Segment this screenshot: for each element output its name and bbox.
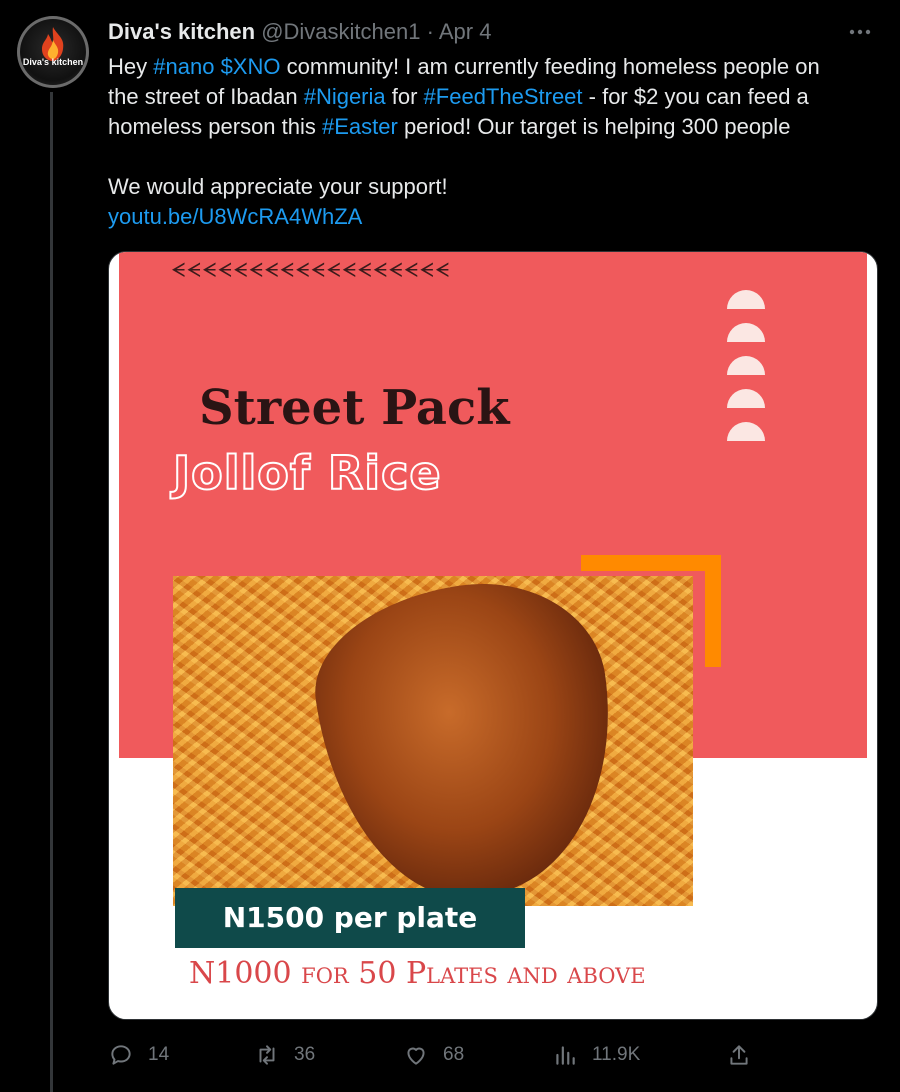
url-link[interactable]: youtu.be/U8WcRA4WhZA	[108, 204, 362, 229]
share-icon	[730, 1045, 748, 1065]
reply-count: 14	[148, 1044, 170, 1065]
price-text: N1500 per plate	[222, 901, 478, 934]
avatar[interactable]: Diva's kitchen	[17, 16, 89, 88]
reply-icon	[111, 1045, 131, 1065]
action-bar: 14 36 68 11.9K	[108, 1038, 868, 1072]
cashtag-link[interactable]: $XNO	[221, 54, 281, 79]
retweet-icon	[259, 1045, 275, 1065]
hashtag-link[interactable]: #Easter	[322, 114, 398, 139]
reply-button[interactable]: 14	[108, 1038, 169, 1072]
date-separator: ·	[420, 19, 439, 44]
avatar-brand-text: Diva's kitchen	[22, 57, 84, 67]
heart-icon	[407, 1047, 425, 1065]
flyer-subtitle: Jollof Rice	[172, 445, 442, 501]
more-options-icon[interactable]	[846, 22, 874, 42]
tweet-date[interactable]: Apr 4	[439, 19, 492, 44]
handle[interactable]: @Divaskitchen1	[261, 19, 420, 44]
jollof-rice-photo	[173, 576, 693, 906]
views-count: 11.9K	[592, 1044, 641, 1065]
chicken-photo	[302, 576, 634, 906]
share-button[interactable]	[726, 1038, 752, 1072]
display-name[interactable]: Diva's kitchen	[108, 19, 255, 44]
retweet-button[interactable]: 36	[254, 1038, 315, 1072]
like-count: 68	[443, 1044, 465, 1065]
tweet-media-image[interactable]: ᗕᗕᗕᗕᗕᗕᗕᗕᗕᗕᗕᗕᗕᗕᗕᗕᗕᗕ Street Pack Jollof Ri…	[108, 251, 878, 1020]
retweet-count: 36	[294, 1044, 316, 1065]
flyer-title: Street Pack	[199, 380, 510, 436]
tweet-header: Diva's kitchen @Divaskitchen1 · Apr 4	[108, 18, 491, 46]
chevron-border-decoration: ᗕᗕᗕᗕᗕᗕᗕᗕᗕᗕᗕᗕᗕᗕᗕᗕᗕᗕ	[171, 260, 451, 282]
hashtag-link[interactable]: #Nigeria	[304, 84, 386, 109]
bulk-offer-text: N1000 for 50 Plates and above	[189, 956, 646, 991]
like-button[interactable]: 68	[403, 1038, 464, 1072]
tweet-text-segment: Hey	[108, 54, 154, 79]
price-banner: N1500 per plate	[175, 888, 525, 948]
tweet-text: Hey #nano $XNO community! I am currently…	[108, 52, 878, 232]
semicircle-decoration	[727, 290, 767, 455]
tweet-text-segment: for	[385, 84, 424, 109]
views-button[interactable]: 11.9K	[552, 1038, 640, 1072]
views-chart-icon	[556, 1046, 575, 1065]
hashtag-link[interactable]: #FeedTheStreet	[424, 84, 583, 109]
hashtag-link[interactable]: #nano	[153, 54, 214, 79]
thread-line	[50, 92, 53, 1092]
